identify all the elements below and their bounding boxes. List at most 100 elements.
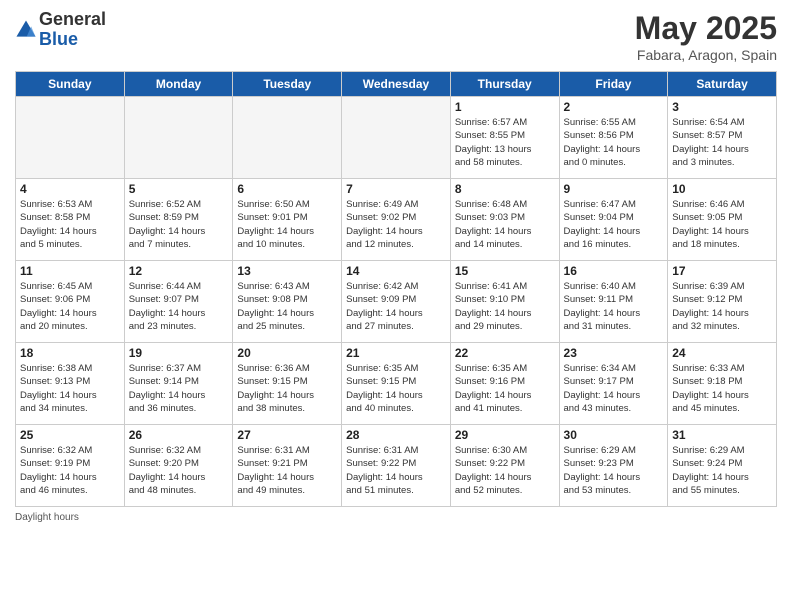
day-number: 30 <box>564 428 664 442</box>
logo: General Blue <box>15 10 106 50</box>
calendar-cell: 4Sunrise: 6:53 AM Sunset: 8:58 PM Daylig… <box>16 179 125 261</box>
page: General Blue May 2025 Fabara, Aragon, Sp… <box>0 0 792 612</box>
day-info: Sunrise: 6:46 AM Sunset: 9:05 PM Dayligh… <box>672 198 772 251</box>
calendar-cell: 10 Sunrise: 6:46 AM Sunset: 9:05 PM Dayli… <box>668 179 777 261</box>
day-number: 28 <box>346 428 446 442</box>
header: General Blue May 2025 Fabara, Aragon, Sp… <box>15 10 777 63</box>
day-number: 31 <box>672 428 772 442</box>
calendar-cell <box>342 97 451 179</box>
day-info: Sunrise: 6:41 AM Sunset: 9:10 PM Dayligh… <box>455 280 555 333</box>
calendar-cell: 18 Sunrise: 6:38 AM Sunset: 9:13 PM Dayli… <box>16 343 125 425</box>
calendar-cell: 20 Sunrise: 6:36 AM Sunset: 9:15 PM Dayli… <box>233 343 342 425</box>
calendar-cell: 21Sunrise: 6:35 AM Sunset: 9:15 PM Dayli… <box>342 343 451 425</box>
day-info: Sunrise: 6:39 AM Sunset: 9:12 PM Dayligh… <box>672 280 772 333</box>
calendar-cell: 22Sunrise: 6:35 AM Sunset: 9:16 PM Dayli… <box>450 343 559 425</box>
day-info: Sunrise: 6:36 AM Sunset: 9:15 PM Dayligh… <box>237 362 337 415</box>
day-info: Sunrise: 6:47 AM Sunset: 9:04 PM Dayligh… <box>564 198 664 251</box>
day-number: 10 <box>672 182 772 196</box>
calendar-cell: 5 Sunrise: 6:52 AM Sunset: 8:59 PM Daylig… <box>124 179 233 261</box>
day-info: Sunrise: 6:45 AM Sunset: 9:06 PM Dayligh… <box>20 280 120 333</box>
col-header-monday: Monday <box>124 72 233 97</box>
calendar-cell: 26 Sunrise: 6:32 AM Sunset: 9:20 PM Dayli… <box>124 425 233 507</box>
subtitle: Fabara, Aragon, Spain <box>635 47 777 63</box>
calendar-cell: 30 Sunrise: 6:29 AM Sunset: 9:23 PM Dayli… <box>559 425 668 507</box>
main-title: May 2025 <box>635 10 777 47</box>
day-info: Sunrise: 6:57 AM Sunset: 8:55 PM Dayligh… <box>455 116 555 169</box>
calendar-cell <box>124 97 233 179</box>
day-number: 11 <box>20 264 120 278</box>
day-number: 9 <box>564 182 664 196</box>
day-number: 20 <box>237 346 337 360</box>
day-info: Sunrise: 6:30 AM Sunset: 9:22 PM Dayligh… <box>455 444 555 497</box>
calendar-cell: 29 Sunrise: 6:30 AM Sunset: 9:22 PM Dayli… <box>450 425 559 507</box>
calendar-cell: 2 Sunrise: 6:55 AM Sunset: 8:56 PM Daylig… <box>559 97 668 179</box>
calendar-cell: 12 Sunrise: 6:44 AM Sunset: 9:07 PM Dayli… <box>124 261 233 343</box>
day-number: 12 <box>129 264 229 278</box>
day-info: Sunrise: 6:33 AM Sunset: 9:18 PM Dayligh… <box>672 362 772 415</box>
calendar-cell: 11 Sunrise: 6:45 AM Sunset: 9:06 PM Dayli… <box>16 261 125 343</box>
day-number: 25 <box>20 428 120 442</box>
day-info: Sunrise: 6:37 AM Sunset: 9:14 PM Dayligh… <box>129 362 229 415</box>
day-info: Sunrise: 6:35 AM Sunset: 9:16 PM Dayligh… <box>455 362 555 415</box>
day-number: 2 <box>564 100 664 114</box>
day-number: 13 <box>237 264 337 278</box>
day-info: Sunrise: 6:32 AM Sunset: 9:20 PM Dayligh… <box>129 444 229 497</box>
calendar-cell: 31 Sunrise: 6:29 AM Sunset: 9:24 PM Dayli… <box>668 425 777 507</box>
day-number: 21 <box>346 346 446 360</box>
day-info: Sunrise: 6:40 AM Sunset: 9:11 PM Dayligh… <box>564 280 664 333</box>
day-number: 26 <box>129 428 229 442</box>
day-number: 16 <box>564 264 664 278</box>
day-info: Sunrise: 6:29 AM Sunset: 9:23 PM Dayligh… <box>564 444 664 497</box>
day-info: Sunrise: 6:29 AM Sunset: 9:24 PM Dayligh… <box>672 444 772 497</box>
day-number: 1 <box>455 100 555 114</box>
footer-text: Daylight hours <box>15 512 79 523</box>
col-header-saturday: Saturday <box>668 72 777 97</box>
day-info: Sunrise: 6:48 AM Sunset: 9:03 PM Dayligh… <box>455 198 555 251</box>
week-row-1: 1 Sunrise: 6:57 AM Sunset: 8:55 PM Daylig… <box>16 97 777 179</box>
calendar-cell: 23Sunrise: 6:34 AM Sunset: 9:17 PM Dayli… <box>559 343 668 425</box>
col-header-tuesday: Tuesday <box>233 72 342 97</box>
day-info: Sunrise: 6:52 AM Sunset: 8:59 PM Dayligh… <box>129 198 229 251</box>
calendar-cell: 27 Sunrise: 6:31 AM Sunset: 9:21 PM Dayli… <box>233 425 342 507</box>
col-header-friday: Friday <box>559 72 668 97</box>
day-number: 5 <box>129 182 229 196</box>
calendar-cell: 17 Sunrise: 6:39 AM Sunset: 9:12 PM Dayli… <box>668 261 777 343</box>
day-number: 14 <box>346 264 446 278</box>
day-info: Sunrise: 6:31 AM Sunset: 9:22 PM Dayligh… <box>346 444 446 497</box>
calendar-cell: 15Sunrise: 6:41 AM Sunset: 9:10 PM Dayli… <box>450 261 559 343</box>
day-number: 18 <box>20 346 120 360</box>
col-header-wednesday: Wednesday <box>342 72 451 97</box>
day-info: Sunrise: 6:50 AM Sunset: 9:01 PM Dayligh… <box>237 198 337 251</box>
calendar-cell: 1 Sunrise: 6:57 AM Sunset: 8:55 PM Daylig… <box>450 97 559 179</box>
day-number: 17 <box>672 264 772 278</box>
day-info: Sunrise: 6:31 AM Sunset: 9:21 PM Dayligh… <box>237 444 337 497</box>
week-row-5: 25 Sunrise: 6:32 AM Sunset: 9:19 PM Dayli… <box>16 425 777 507</box>
calendar-cell: 7Sunrise: 6:49 AM Sunset: 9:02 PM Daylig… <box>342 179 451 261</box>
day-info: Sunrise: 6:43 AM Sunset: 9:08 PM Dayligh… <box>237 280 337 333</box>
day-info: Sunrise: 6:53 AM Sunset: 8:58 PM Dayligh… <box>20 198 120 251</box>
title-block: May 2025 Fabara, Aragon, Spain <box>635 10 777 63</box>
day-info: Sunrise: 6:44 AM Sunset: 9:07 PM Dayligh… <box>129 280 229 333</box>
col-header-sunday: Sunday <box>16 72 125 97</box>
day-number: 29 <box>455 428 555 442</box>
week-row-4: 18 Sunrise: 6:38 AM Sunset: 9:13 PM Dayli… <box>16 343 777 425</box>
col-header-thursday: Thursday <box>450 72 559 97</box>
logo-general: General <box>39 10 106 30</box>
calendar-cell: 6Sunrise: 6:50 AM Sunset: 9:01 PM Daylig… <box>233 179 342 261</box>
calendar-cell: 19 Sunrise: 6:37 AM Sunset: 9:14 PM Dayli… <box>124 343 233 425</box>
day-info: Sunrise: 6:34 AM Sunset: 9:17 PM Dayligh… <box>564 362 664 415</box>
day-number: 19 <box>129 346 229 360</box>
day-number: 8 <box>455 182 555 196</box>
logo-icon <box>15 19 37 41</box>
calendar-cell: 14Sunrise: 6:42 AM Sunset: 9:09 PM Dayli… <box>342 261 451 343</box>
day-number: 27 <box>237 428 337 442</box>
calendar-cell: 25 Sunrise: 6:32 AM Sunset: 9:19 PM Dayli… <box>16 425 125 507</box>
day-info: Sunrise: 6:38 AM Sunset: 9:13 PM Dayligh… <box>20 362 120 415</box>
calendar-cell: 9 Sunrise: 6:47 AM Sunset: 9:04 PM Daylig… <box>559 179 668 261</box>
day-info: Sunrise: 6:32 AM Sunset: 9:19 PM Dayligh… <box>20 444 120 497</box>
calendar-cell: 8 Sunrise: 6:48 AM Sunset: 9:03 PM Daylig… <box>450 179 559 261</box>
calendar-cell: 16 Sunrise: 6:40 AM Sunset: 9:11 PM Dayli… <box>559 261 668 343</box>
calendar-cell: 3Sunrise: 6:54 AM Sunset: 8:57 PM Daylig… <box>668 97 777 179</box>
footer-note: Daylight hours <box>15 512 777 523</box>
day-info: Sunrise: 6:55 AM Sunset: 8:56 PM Dayligh… <box>564 116 664 169</box>
